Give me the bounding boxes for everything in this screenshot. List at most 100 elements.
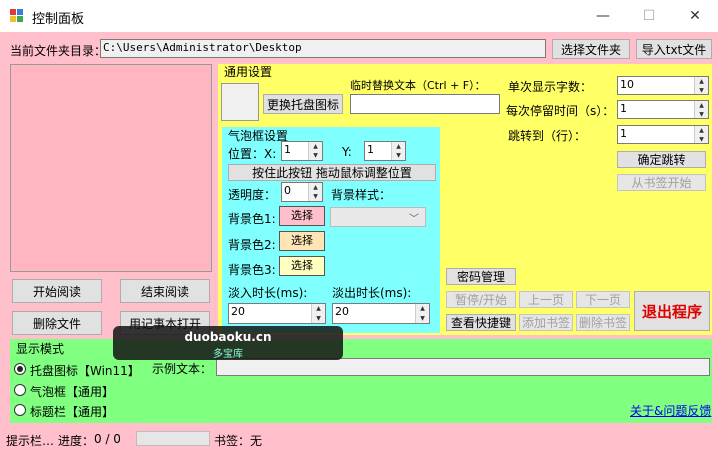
password-manage-button[interactable]: 密码管理 xyxy=(446,268,516,285)
arrow-up-icon[interactable]: ▲ xyxy=(695,101,708,110)
bg-color-2-button[interactable]: 选择 xyxy=(279,231,325,251)
arrow-down-icon[interactable]: ▼ xyxy=(695,135,708,144)
sample-text-label: 示例文本： xyxy=(152,362,213,376)
progress-bar xyxy=(136,431,210,446)
fade-out-label: 淡出时长(ms): xyxy=(332,286,412,300)
from-bookmark-button[interactable]: 从书签开始 xyxy=(617,174,706,191)
tray-icon-preview xyxy=(221,83,259,121)
position-x-value: 1 xyxy=(284,143,291,156)
mode-bubble-label: 气泡框【通用】 xyxy=(30,385,115,399)
stepper-arrows-icon[interactable]: ▲ ▼ xyxy=(694,101,708,118)
arrow-down-icon[interactable]: ▼ xyxy=(392,151,405,160)
bg-style-label: 背景样式： xyxy=(331,188,392,202)
mode-titlebar-radio[interactable] xyxy=(14,404,26,416)
progress-text: 0 / 0 xyxy=(94,432,121,446)
next-page-button[interactable]: 下一页 xyxy=(576,291,630,308)
stop-reading-button[interactable]: 结束阅读 xyxy=(120,279,210,303)
bg-color-1-button[interactable]: 选择 xyxy=(279,206,325,226)
general-settings-title: 通用设置 xyxy=(224,65,273,79)
bubble-settings-title: 气泡框设置 xyxy=(228,129,289,143)
stepper-arrows-icon[interactable]: ▲ ▼ xyxy=(308,183,322,201)
position-y-stepper[interactable]: 1 ▲ ▼ xyxy=(364,141,406,161)
close-button[interactable]: ✕ xyxy=(672,0,718,32)
opacity-value: 0 xyxy=(284,184,291,197)
mode-titlebar-label: 标题栏【通用】 xyxy=(30,405,115,419)
jump-to-line-stepper[interactable]: 1 ▲ ▼ xyxy=(617,125,709,144)
arrow-down-icon[interactable]: ▼ xyxy=(695,86,708,95)
interval-value: 1 xyxy=(620,102,627,115)
mode-tray-label: 托盘图标【Win11】 xyxy=(30,364,140,378)
temp-replace-label: 临时替换文本（Ctrl + F）： xyxy=(350,79,486,92)
arrow-up-icon[interactable]: ▲ xyxy=(309,183,322,192)
maximize-button[interactable]: ☐ xyxy=(626,0,672,32)
prev-page-button[interactable]: 上一页 xyxy=(519,291,573,308)
stepper-arrows-icon[interactable]: ▲ ▼ xyxy=(415,304,429,323)
position-y-label: Y: xyxy=(342,145,352,159)
arrow-down-icon[interactable]: ▼ xyxy=(312,314,325,324)
arrow-up-icon[interactable]: ▲ xyxy=(695,126,708,135)
change-tray-icon-button[interactable]: 更换托盘图标 xyxy=(263,94,343,114)
stepper-arrows-icon[interactable]: ▲ ▼ xyxy=(391,142,405,160)
progress-label: 进度： xyxy=(58,434,95,448)
exit-program-button[interactable]: 退出程序 xyxy=(634,291,710,331)
stepper-arrows-icon[interactable]: ▲ ▼ xyxy=(311,304,325,323)
position-x-stepper[interactable]: 1 ▲ ▼ xyxy=(281,141,323,161)
import-txt-button[interactable]: 导入txt文件 xyxy=(636,39,712,59)
delete-bookmark-button[interactable]: 删除书签 xyxy=(576,314,630,331)
arrow-down-icon[interactable]: ▼ xyxy=(695,110,708,119)
chevron-down-icon: ﹀ xyxy=(409,214,419,225)
arrow-up-icon[interactable]: ▲ xyxy=(392,142,405,151)
mode-tray-radio[interactable] xyxy=(14,363,26,375)
interval-label: 每次停留时间（s）： xyxy=(506,104,615,118)
chars-per-display-stepper[interactable]: 10 ▲ ▼ xyxy=(617,76,709,95)
temp-replace-input[interactable] xyxy=(350,94,500,114)
folder-label: 当前文件夹目录： xyxy=(10,44,107,58)
mode-bubble-radio[interactable] xyxy=(14,384,26,396)
bookmark-value: 无 xyxy=(250,434,263,448)
interval-stepper[interactable]: 1 ▲ ▼ xyxy=(617,100,709,119)
view-shortcuts-button[interactable]: 查看快捷键 xyxy=(446,314,516,331)
bg-color-1-label: 背景色1: xyxy=(228,212,276,226)
window-title: 控制面板 xyxy=(32,12,85,27)
opacity-stepper[interactable]: 0 ▲ ▼ xyxy=(281,182,323,202)
fade-out-stepper[interactable]: 20 ▲ ▼ xyxy=(332,303,430,324)
bg-color-3-button[interactable]: 选择 xyxy=(279,256,325,276)
add-bookmark-button[interactable]: 添加书签 xyxy=(519,314,573,331)
file-list-panel[interactable] xyxy=(10,64,212,272)
minimize-button[interactable]: — xyxy=(580,0,626,32)
chars-value: 10 xyxy=(620,78,634,91)
watermark-overlay: duobaoku.cn 多宝库 xyxy=(113,326,343,360)
arrow-down-icon[interactable]: ▼ xyxy=(309,192,322,201)
title-bar: 控制面板 — ☐ ✕ xyxy=(0,0,718,32)
position-y-value: 1 xyxy=(367,143,374,156)
delete-file-button[interactable]: 删除文件 xyxy=(12,311,102,335)
pause-start-button[interactable]: 暂停/开始 xyxy=(446,291,516,308)
bg-style-select[interactable]: ﹀ xyxy=(330,207,426,227)
stepper-arrows-icon[interactable]: ▲ ▼ xyxy=(694,126,708,143)
app-icon xyxy=(10,9,24,23)
stepper-arrows-icon[interactable]: ▲ ▼ xyxy=(308,142,322,160)
arrow-up-icon[interactable]: ▲ xyxy=(312,304,325,314)
drag-position-button[interactable]: 按住此按钮 拖动鼠标调整位置 xyxy=(228,164,436,181)
arrow-down-icon[interactable]: ▼ xyxy=(416,314,429,324)
status-hint: 提示栏… xyxy=(6,434,55,448)
arrow-down-icon[interactable]: ▼ xyxy=(309,151,322,160)
stepper-arrows-icon[interactable]: ▲ ▼ xyxy=(694,77,708,94)
folder-path-field[interactable]: C:\Users\Administrator\Desktop xyxy=(100,39,546,58)
position-x-label: 位置：X: xyxy=(228,147,277,161)
sample-text-field xyxy=(216,358,710,376)
confirm-jump-button[interactable]: 确定跳转 xyxy=(617,151,706,168)
watermark-name: 多宝库 xyxy=(213,349,243,360)
fade-in-stepper[interactable]: 20 ▲ ▼ xyxy=(228,303,326,324)
start-reading-button[interactable]: 开始阅读 xyxy=(12,279,102,303)
feedback-link[interactable]: 关于&问题反馈 xyxy=(630,402,711,419)
bookmark-label: 书签： xyxy=(214,434,251,448)
arrow-up-icon[interactable]: ▲ xyxy=(695,77,708,86)
jump-to-line-label: 跳转到（行）： xyxy=(508,129,587,143)
arrow-up-icon[interactable]: ▲ xyxy=(309,142,322,151)
choose-folder-button[interactable]: 选择文件夹 xyxy=(552,39,630,59)
chars-per-display-label: 单次显示字数： xyxy=(508,80,593,94)
arrow-up-icon[interactable]: ▲ xyxy=(416,304,429,314)
fade-in-value: 20 xyxy=(231,305,245,318)
display-mode-title: 显示模式 xyxy=(16,342,65,356)
